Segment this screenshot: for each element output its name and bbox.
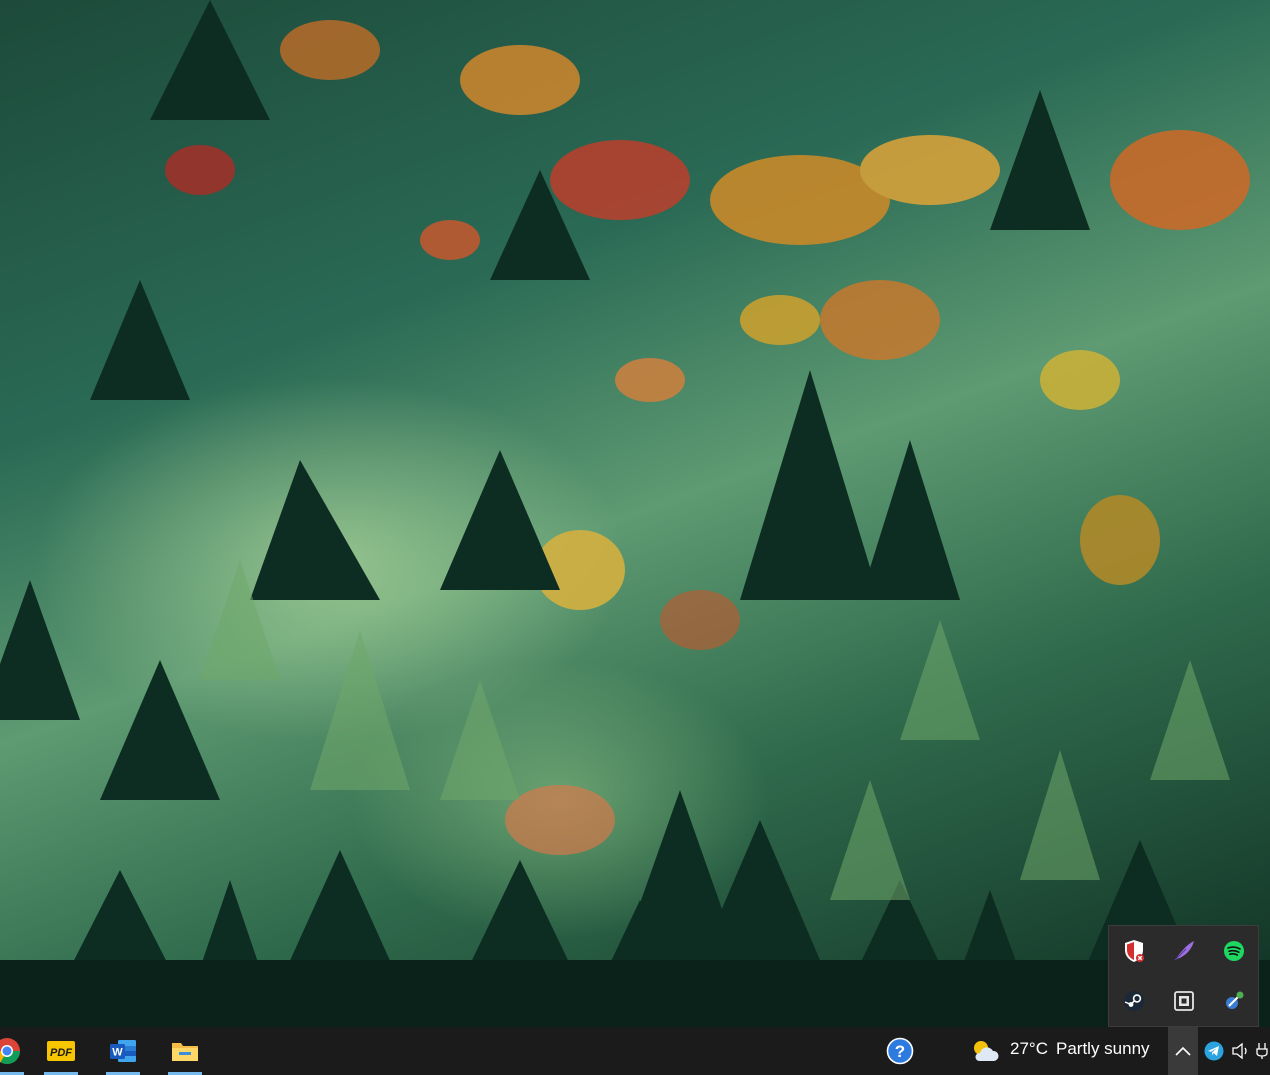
svg-text:?: ? [895,1042,905,1061]
forest-wallpaper [0,0,1270,1027]
gpu-settings-icon[interactable] [1170,987,1198,1015]
spotify-icon[interactable] [1220,937,1248,965]
autumn-canopy [165,20,1250,855]
network-icon[interactable] [1254,1027,1270,1075]
satellite-app-icon[interactable] [1220,987,1248,1015]
weather-condition: Partly sunny [1055,1039,1150,1058]
weather-widget[interactable]: 27°C Partly sunny [1010,1039,1150,1059]
pdf-app-taskbar-icon[interactable]: PDF [38,1027,84,1075]
security-shield-icon[interactable] [1120,937,1148,965]
desktop[interactable] [0,0,1270,1027]
pdf-label: PDF [50,1047,72,1059]
feather-app-icon[interactable] [1170,937,1198,965]
partly-sunny-icon[interactable] [962,1027,1008,1075]
help-icon[interactable]: ? [877,1027,923,1075]
chevron-up-icon[interactable] [1168,1027,1198,1075]
word-taskbar-icon[interactable]: W [100,1027,146,1075]
telegram-icon[interactable] [1199,1027,1229,1075]
steam-icon[interactable] [1120,987,1148,1015]
hidden-icons-flyout [1108,925,1259,1027]
taskbar: PDF W ? 27°C Partly sunny [0,1027,1270,1075]
weather-temperature: 27°C [1010,1039,1048,1058]
word-label: W [112,1047,123,1059]
foreground-treeline [0,960,1270,1027]
chrome-taskbar-icon[interactable] [0,1027,30,1075]
volume-icon[interactable] [1228,1027,1254,1075]
file-explorer-taskbar-icon[interactable] [162,1027,208,1075]
